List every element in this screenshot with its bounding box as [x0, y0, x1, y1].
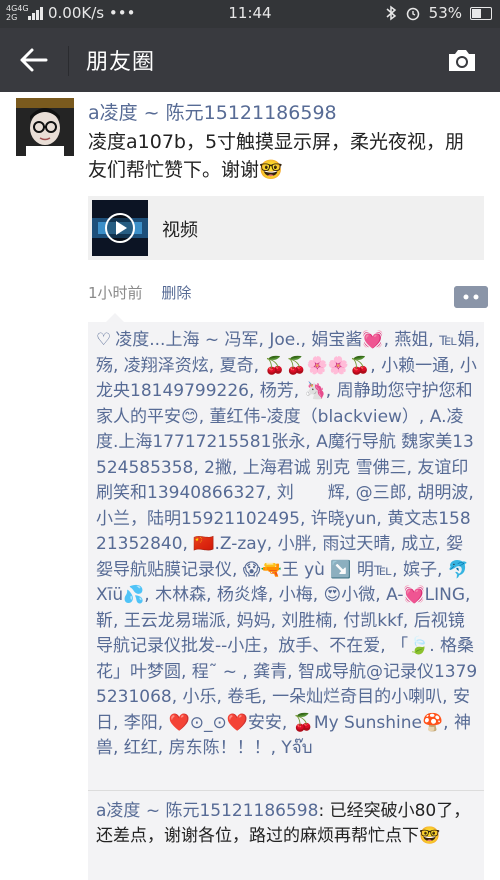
likes-panel: ♡ 凌度...上海 ~ 冯军, Joe., 娟宝酱💓, 燕姐, ℡娟, 殇, 凌翔…: [88, 313, 484, 790]
status-bar: 4G4G 2G 0.00K/s ••• 11:44 53%: [0, 0, 500, 28]
avatar[interactable]: [16, 98, 74, 156]
nav-divider: [68, 46, 69, 76]
battery-icon: [470, 6, 492, 20]
likes-names[interactable]: 凌度...上海 ~ 冯军, Joe., 娟宝酱💓, 燕姐, ℡娟, 殇, 凌翔泽…: [96, 330, 480, 758]
post-meta: 1小时前 删除: [88, 282, 191, 303]
likes-pointer: [106, 313, 124, 322]
likes-list: ♡ 凌度...上海 ~ 冯军, Joe., 娟宝酱💓, 燕姐, ℡娟, 殇, 凌翔…: [96, 328, 480, 762]
video-card[interactable]: 视频: [88, 196, 484, 260]
page-title: 朋友圈: [86, 50, 156, 75]
comment-item[interactable]: a凌度 ~ 陈元15121186598: 已经突破小80了，还差点，谢谢各位，路…: [96, 799, 482, 849]
comments-panel: a凌度 ~ 陈元15121186598: 已经突破小80了，还差点，谢谢各位，路…: [88, 791, 484, 880]
comment-author[interactable]: a凌度 ~ 陈元15121186598: [96, 801, 318, 821]
delete-link[interactable]: 删除: [161, 284, 191, 302]
video-label: 视频: [162, 220, 198, 241]
back-arrow-icon[interactable]: [18, 44, 52, 76]
more-icon[interactable]: [454, 286, 488, 308]
post-author[interactable]: a凌度 ~ 陈元15121186598: [88, 98, 337, 125]
post-time: 1小时前: [88, 284, 143, 302]
nav-bar: 朋友圈: [0, 28, 500, 92]
battery-percent: 53%: [428, 4, 462, 22]
alarm-icon: [406, 7, 419, 21]
video-thumbnail: [92, 200, 148, 256]
post-text: 凌度a107b，5寸触摸显示屏，柔光夜视，朋友们帮忙赞下。谢谢🤓: [88, 131, 465, 181]
camera-icon[interactable]: [446, 46, 478, 74]
bluetooth-icon: [386, 5, 396, 21]
heart-icon: ♡: [96, 330, 112, 350]
